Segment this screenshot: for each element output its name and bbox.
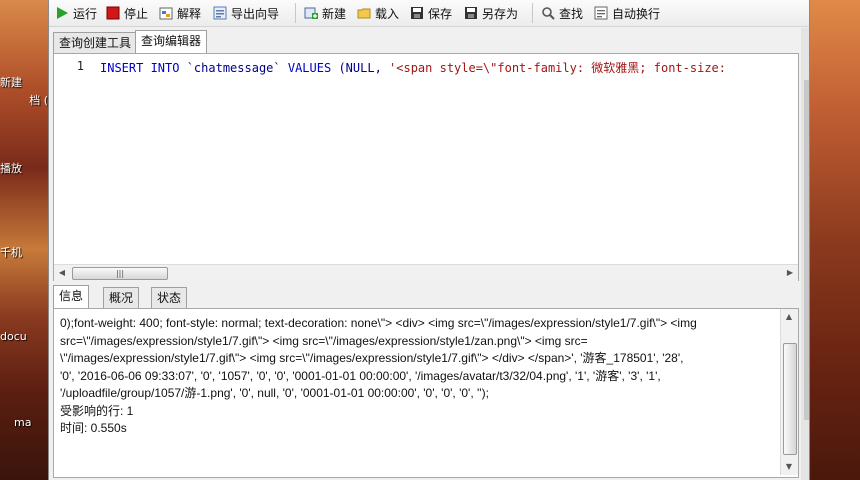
outer-scroll-thumb[interactable] [804,80,809,420]
vertical-scrollbar[interactable]: ▲ ▼ [780,309,798,475]
save-button[interactable]: 保存 [410,3,452,23]
save-label: 保存 [428,6,453,21]
horizontal-scroll-thumb[interactable]: ||| [72,267,168,280]
save-as-icon [464,6,478,20]
play-icon [55,6,69,20]
new-button[interactable]: 新建 [304,3,346,23]
find-button[interactable]: 查找 [541,3,583,23]
message-line: src=\"/images/expression/style1/7.gif\">… [60,333,588,348]
desktop-icon-label[interactable]: docu [0,330,48,343]
tab-status-label: 状态 [157,291,182,305]
stop-button[interactable]: 停止 [106,3,148,23]
export-icon [213,6,227,20]
tab-info-label: 信息 [59,289,84,303]
export-wizard-button[interactable]: 导出向导 [213,3,279,23]
tab-status[interactable]: 状态 [151,287,188,308]
affected-rows: 受影响的行: 1 [60,403,134,418]
tab-overview-label: 概况 [109,291,134,305]
sql-editor[interactable]: 1 INSERT INTO `chatmessage` VALUES (NULL… [53,53,799,281]
message-line: '0', '2016-06-06 09:33:07', '0', '1057',… [60,368,661,383]
run-label: 运行 [73,6,98,21]
word-wrap-icon [594,6,608,20]
horizontal-scrollbar[interactable]: ◀ ||| ▶ [54,264,798,281]
scroll-up-arrow-icon[interactable]: ▲ [781,309,797,325]
line-number: 1 [76,59,84,73]
toolbar: 运行 停止 解释 导出向导 新建 载入 保存 另存为 查找 自动换行 [49,0,809,27]
folder-icon [357,6,371,20]
save-as-label: 另存为 [482,6,519,21]
new-query-icon [304,6,318,20]
scroll-down-arrow-icon[interactable]: ▼ [781,459,797,475]
message-text[interactable]: 0);font-weight: 400; font-style: normal;… [60,315,772,473]
explain-label: 解释 [177,6,202,21]
message-line: '/uploadfile/group/1057/游-1.png', '0', n… [60,386,489,400]
tab-query-builder-label: 查询创建工具 [59,36,132,50]
sql-code-line[interactable]: INSERT INTO `chatmessage` VALUES (NULL, … [100,59,796,77]
sql-values-open: (NULL, [331,61,390,75]
sql-string-literal: '<span style=\"font-family: 微软雅黑; font-s… [389,61,727,75]
export-wizard-label: 导出向导 [231,6,280,21]
sql-keyword: INSERT INTO [100,61,180,75]
desktop-right [808,0,860,480]
tab-query-builder[interactable]: 查询创建工具 [53,32,138,53]
find-label: 查找 [559,6,584,21]
new-label: 新建 [322,6,347,21]
elapsed-time: 时间: 0.550s [60,421,127,435]
message-line: \"/images/expression/style1/7.gif\"> <im… [60,351,684,365]
tab-query-editor-label: 查询编辑器 [141,34,202,48]
explain-icon [159,6,173,20]
tab-query-editor[interactable]: 查询编辑器 [135,30,208,53]
desktop-icon-label[interactable]: 播放 [0,160,48,176]
save-icon [410,6,424,20]
desktop-icon-label: 档 ( [29,94,48,107]
stop-icon [106,6,120,20]
desktop-left: 新建 档 ( 播放 千机 docu ma [0,0,48,480]
word-wrap-label: 自动换行 [612,6,661,21]
message-line: 0);font-weight: 400; font-style: normal;… [60,316,697,330]
save-as-button[interactable]: 另存为 [464,3,518,23]
tab-info[interactable]: 信息 [53,285,90,308]
sql-table-name: `chatmessage` [179,61,288,75]
desktop-icon-label[interactable]: 千机 [0,244,48,260]
scroll-right-arrow-icon[interactable]: ▶ [782,265,798,281]
explain-button[interactable]: 解释 [159,3,201,23]
search-icon [541,6,555,20]
vertical-scroll-thumb[interactable] [783,343,797,455]
scroll-left-arrow-icon[interactable]: ◀ [54,265,70,281]
sql-keyword: VALUES [287,61,332,75]
word-wrap-button[interactable]: 自动换行 [594,3,660,23]
tab-overview[interactable]: 概况 [103,287,140,308]
line-gutter: 1 [54,54,94,264]
stop-label: 停止 [124,6,149,21]
load-label: 载入 [375,6,400,21]
desktop-icon-label[interactable]: 新建 [0,74,48,90]
run-button[interactable]: 运行 [55,3,97,23]
message-panel: 0);font-weight: 400; font-style: normal;… [53,308,799,478]
load-button[interactable]: 载入 [357,3,399,23]
query-window: 运行 停止 解释 导出向导 新建 载入 保存 另存为 查找 自动换行 查询创建工… [48,0,810,480]
